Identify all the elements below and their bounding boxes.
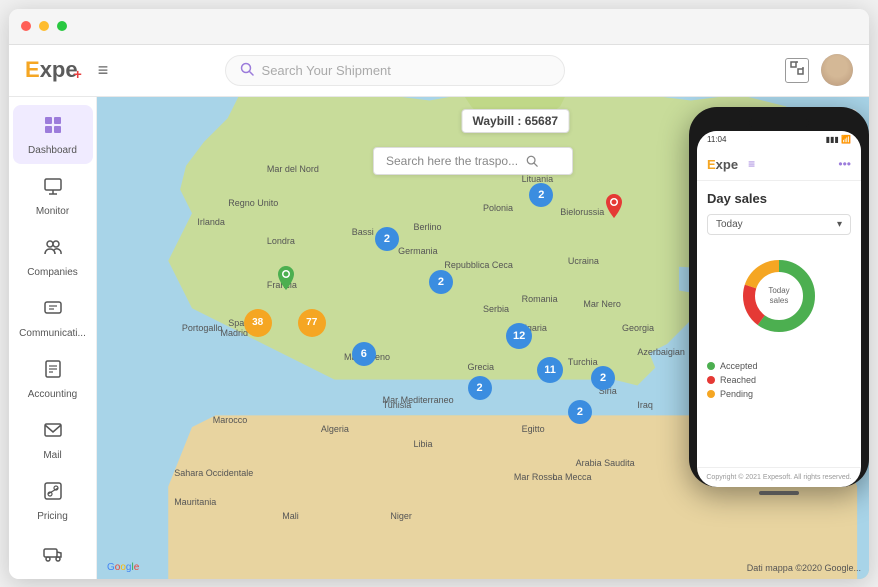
top-header: Expe+ ≡ Search Your Shipment [9, 45, 869, 97]
donut-chart-container: Today sales [707, 243, 851, 349]
copyright-text: Copyright © 2021 Expesoft. All rights re… [706, 474, 851, 481]
search-icon [240, 62, 254, 79]
phone-status-bar: 11:04 ▮▮▮ 📶 [697, 131, 861, 149]
sidebar-item-mail[interactable]: Mail [13, 410, 93, 469]
sidebar-item-monitor[interactable]: Monitor [13, 166, 93, 225]
waybill-text: Waybill : 65687 [472, 114, 558, 128]
phone-logo-e: E [707, 157, 716, 172]
map-area[interactable]: Mar del Nord Regno Unito Danimarca Litua… [97, 97, 869, 579]
hamburger-icon[interactable]: ≡ [98, 60, 109, 81]
phone-dropdown-value: Today [716, 219, 743, 230]
phone-day-sales-title: Day sales [707, 191, 851, 206]
communications-icon [43, 298, 63, 324]
sidebar-item-communications[interactable]: Communicati... [13, 288, 93, 347]
pricing-icon [43, 481, 63, 507]
legend-pending: Pending [707, 389, 851, 399]
cluster-6[interactable]: 6 [352, 342, 376, 366]
legend-accepted: Accepted [707, 361, 851, 371]
cluster-38[interactable]: 38 [244, 309, 272, 337]
sidebar-label-accounting: Accounting [28, 389, 77, 400]
logo-xpe: xpe [40, 57, 78, 82]
destination-pin [603, 192, 625, 227]
browser-window: Expe+ ≡ Search Your Shipment [9, 9, 869, 579]
chart-legend: Accepted Reached Pending [707, 357, 851, 403]
reached-dot [707, 376, 715, 384]
map-search-bar[interactable]: Search here the traspo... [373, 147, 573, 175]
source-pin [275, 264, 297, 299]
legend-reached: Reached [707, 375, 851, 385]
cluster-12[interactable]: 12 [506, 323, 532, 349]
sidebar-label-pricing: Pricing [37, 511, 68, 522]
search-bar[interactable]: Search Your Shipment [225, 55, 565, 86]
phone-home-indicator[interactable] [759, 491, 799, 495]
svg-text:sales: sales [770, 296, 789, 305]
browser-bar [9, 9, 869, 45]
phone-logo-xpe: xpe [716, 157, 738, 172]
waybill-banner: Waybill : 65687 [461, 109, 569, 133]
phone-battery: ▮▮▮ 📶 [826, 135, 851, 144]
expand-icon[interactable] [785, 58, 809, 83]
mail-icon [43, 420, 63, 446]
phone-footer: Copyright © 2021 Expesoft. All rights re… [697, 467, 861, 487]
sidebar-label-companies: Companies [27, 267, 78, 278]
browser-maximize-dot[interactable] [57, 21, 67, 31]
pending-dot [707, 390, 715, 398]
sidebar-label-communications: Communicati... [19, 328, 86, 339]
browser-minimize-dot[interactable] [39, 21, 49, 31]
cluster-77[interactable]: 77 [298, 309, 326, 337]
sidebar: Dashboard Monitor [9, 97, 97, 579]
pending-label: Pending [720, 389, 753, 399]
cluster-2c[interactable]: 2 [568, 400, 592, 424]
accounting-icon [43, 359, 63, 385]
main-content: Dashboard Monitor [9, 97, 869, 579]
avatar-image [821, 54, 853, 86]
header-right [785, 54, 853, 86]
sidebar-item-accounting[interactable]: Accounting [13, 349, 93, 408]
accepted-label: Accepted [720, 361, 758, 371]
map-search-icon [526, 155, 538, 167]
transport-icon [43, 542, 63, 568]
donut-chart: Today sales [734, 251, 824, 341]
sidebar-label-monitor: Monitor [36, 206, 69, 217]
sidebar-label-dashboard: Dashboard [28, 145, 77, 156]
chevron-down-icon: ▾ [837, 219, 842, 230]
phone-menu-icon[interactable]: ≡ [748, 157, 755, 171]
logo-e: E [25, 57, 40, 82]
monitor-icon [43, 176, 63, 202]
map-credit: Dati mappa ©2020 Google... [747, 563, 861, 573]
cluster-2[interactable]: 2 [375, 227, 399, 251]
phone-logo: Expe [707, 157, 738, 172]
logo-plus: + [74, 66, 82, 82]
app-container: Expe+ ≡ Search Your Shipment [9, 45, 869, 579]
phone-content: Day sales Today ▾ [697, 181, 861, 467]
svg-text:Today: Today [768, 286, 789, 295]
dashboard-icon [43, 115, 63, 141]
reached-label: Reached [720, 375, 756, 385]
phone-mockup: 11:04 ▮▮▮ 📶 Expe ≡ ••• [689, 107, 869, 507]
phone-period-dropdown[interactable]: Today ▾ [707, 214, 851, 235]
sidebar-item-pricing[interactable]: Pricing [13, 471, 93, 530]
sidebar-label-mail: Mail [43, 450, 61, 461]
map-search-text: Search here the traspo... [386, 154, 518, 168]
cluster-2d[interactable]: 2 [468, 376, 492, 400]
avatar[interactable] [821, 54, 853, 86]
phone-time: 11:04 [707, 135, 726, 144]
sidebar-item-dashboard[interactable]: Dashboard [13, 105, 93, 164]
search-placeholder: Search Your Shipment [262, 63, 391, 78]
logo: Expe+ [25, 57, 86, 83]
phone-notch [749, 119, 809, 127]
phone-header: Expe ≡ ••• [697, 149, 861, 181]
companies-icon [43, 237, 63, 263]
google-logo: Google [107, 562, 139, 573]
browser-close-dot[interactable] [21, 21, 31, 31]
accepted-dot [707, 362, 715, 370]
sidebar-item-companies[interactable]: Companies [13, 227, 93, 286]
cluster-3[interactable]: 2 [429, 270, 453, 294]
phone-more-icon[interactable]: ••• [838, 157, 851, 171]
logo-area: Expe+ ≡ [25, 57, 108, 83]
phone-outer: 11:04 ▮▮▮ 📶 Expe ≡ ••• [689, 107, 869, 487]
cluster-11[interactable]: 11 [537, 357, 563, 383]
sidebar-item-transport[interactable] [13, 532, 93, 579]
phone-screen: 11:04 ▮▮▮ 📶 Expe ≡ ••• [697, 131, 861, 487]
